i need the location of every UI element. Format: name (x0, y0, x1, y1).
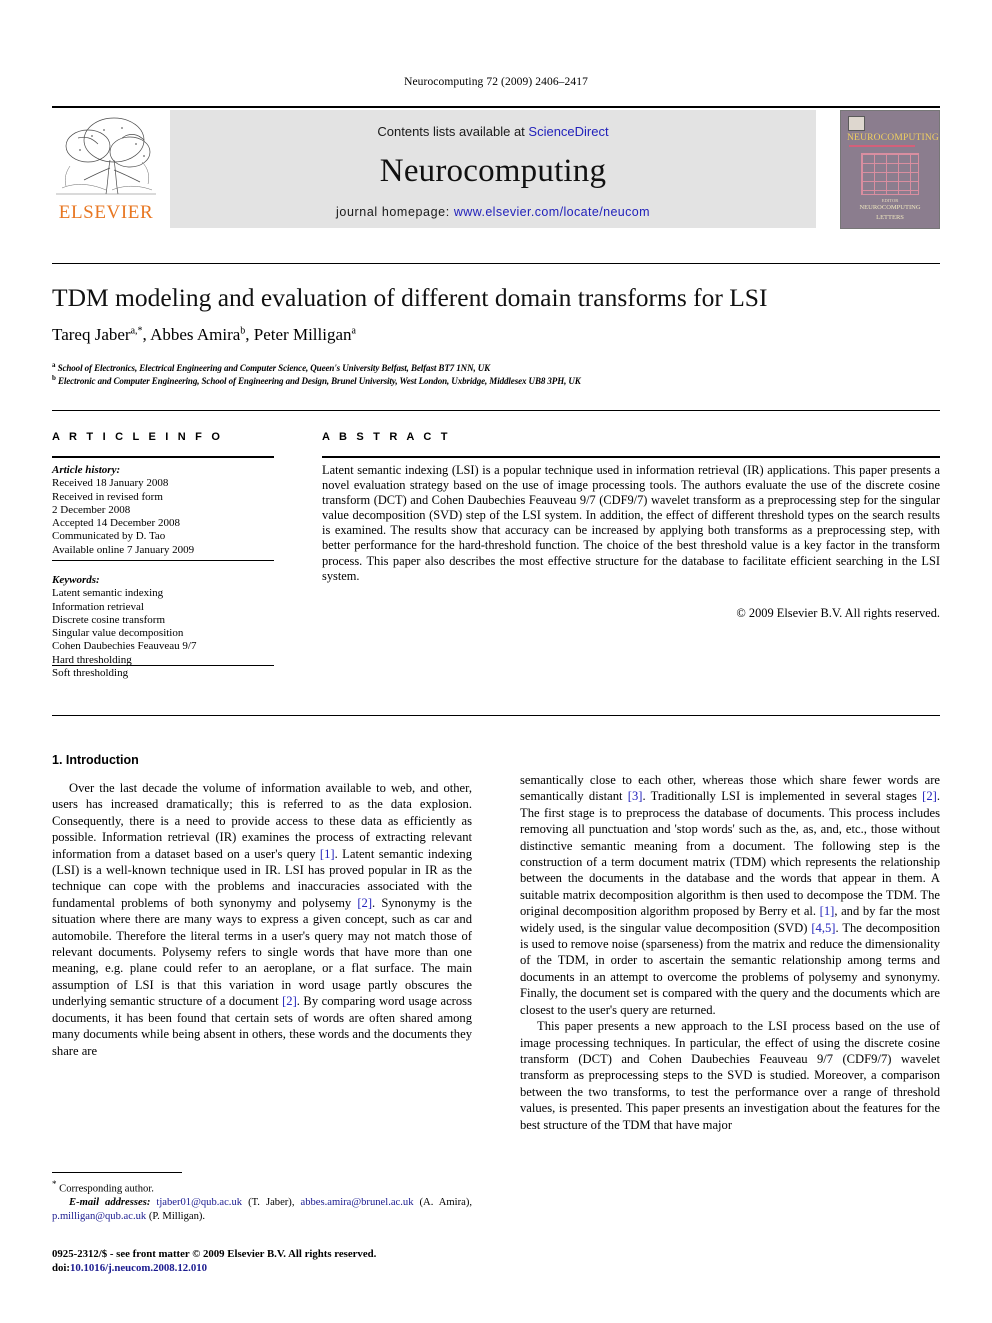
doi-link[interactable]: 10.1016/j.neucom.2008.12.010 (70, 1262, 207, 1274)
journal-title: Neurocomputing (379, 153, 607, 189)
citation-link[interactable]: [4,5] (811, 921, 835, 935)
corresponding-author-text: Corresponding author. (59, 1183, 154, 1195)
sciencedirect-link[interactable]: ScienceDirect (528, 124, 608, 139)
history-item: Communicated by D. Tao (52, 530, 166, 543)
body-top-rule (52, 715, 940, 716)
text-run: . Synonymy is the situation where there … (52, 895, 472, 1009)
email-label: E-mail addresses: (69, 1197, 151, 1209)
keywords-block: Keywords: Latent semantic indexing Infor… (52, 574, 274, 680)
asterisk-icon: * (52, 1179, 57, 1189)
doi-line: doi:10.1016/j.neucom.2008.12.010 (52, 1262, 482, 1276)
paragraph: This paper presents a new approach to th… (520, 1019, 940, 1132)
abstract-text: Latent semantic indexing (LSI) is a popu… (322, 463, 940, 583)
front-matter-line: 0925-2312/$ - see front matter © 2009 El… (52, 1248, 377, 1260)
journal-homepage-line: journal homepage: www.elsevier.com/locat… (170, 205, 816, 219)
affiliation-b-text: Electronic and Computer Engineering, Sch… (57, 376, 581, 386)
paragraph: Over the last decade the volume of infor… (52, 780, 472, 1059)
info-section-top-rule (52, 410, 940, 411)
email-link-2[interactable]: abbes.amira@brunel.ac.uk (301, 1197, 414, 1208)
contents-prefix: Contents lists available at (377, 124, 529, 139)
keyword-item: Information retrieval (52, 600, 144, 613)
text-run: (T. Jaber), (242, 1197, 301, 1209)
abstract-rule (322, 456, 940, 458)
banner-center: Contents lists available at ScienceDirec… (170, 110, 816, 228)
body-column-left: Over the last decade the volume of infor… (52, 780, 472, 1059)
running-head: Neurocomputing 72 (2009) 2406–2417 (404, 76, 588, 88)
paragraph: semantically close to each other, wherea… (520, 772, 940, 1018)
keyword-item: Discrete cosine transform (52, 613, 166, 626)
cover-accent-rule (849, 145, 915, 147)
history-item: Accepted 14 December 2008 (52, 517, 180, 530)
journal-homepage-link[interactable]: www.elsevier.com/locate/neucom (454, 205, 650, 219)
affiliation-b: b Electronic and Computer Engineering, S… (52, 374, 581, 386)
abstract-copyright: © 2009 Elsevier B.V. All rights reserved… (736, 606, 940, 620)
info-rule (52, 456, 274, 458)
keyword-item: Singular value decomposition (52, 627, 184, 640)
history-item: Available online 7 January 2009 (52, 543, 195, 556)
elsevier-wordmark: ELSEVIER (58, 202, 154, 223)
info-history-bottom-rule (52, 560, 274, 561)
footnote-block: * Corresponding author. E-mail addresses… (52, 1178, 472, 1223)
section-heading-introduction: 1. Introduction (52, 753, 139, 767)
contents-available-line: Contents lists available at ScienceDirec… (170, 124, 816, 139)
author-list: Tareq Jabera,*, Abbes Amirab, Peter Mill… (52, 325, 356, 344)
text-run: . The first stage is to preprocess the d… (520, 789, 940, 919)
title-top-rule (52, 263, 940, 264)
imprint-block: 0925-2312/$ - see front matter © 2009 El… (52, 1248, 482, 1275)
citation-link[interactable]: [2] (282, 994, 297, 1008)
citation-link[interactable]: [2] (922, 789, 937, 803)
citation-link[interactable]: [1] (320, 847, 335, 861)
cover-footer-line1: NEUROCOMPUTING (859, 204, 921, 211)
email-note: E-mail addresses: tjaber01@qub.ac.uk (T.… (52, 1196, 472, 1223)
page-title: TDM modeling and evaluation of different… (52, 283, 768, 312)
email-link-1[interactable]: tjaber01@qub.ac.uk (156, 1197, 242, 1208)
doi-label: doi: (52, 1261, 70, 1274)
homepage-prefix: journal homepage: (336, 205, 454, 219)
corresponding-author-note: * Corresponding author. (52, 1178, 472, 1196)
keywords-label: Keywords: (52, 574, 100, 586)
article-history-label: Article history: (52, 464, 121, 476)
cover-grid-graphic-icon (861, 153, 919, 195)
email-link-3[interactable]: p.milligan@qub.ac.uk (52, 1211, 146, 1222)
footnote-rule (52, 1172, 182, 1173)
citation-link[interactable]: [1] (820, 904, 835, 918)
affiliation-a: a School of Electronics, Electrical Engi… (52, 361, 491, 373)
text-run: (P. Milligan). (146, 1210, 206, 1222)
tree-illustration-icon (52, 110, 160, 203)
journal-cover-thumbnail: NEUROCOMPUTING EDITOR NEUROCOMPUTING LET… (840, 110, 940, 229)
history-item: 2 December 2008 (52, 503, 131, 516)
history-item: Received 18 January 2008 (52, 477, 169, 490)
text-run: . Traditionally LSI is implemented in se… (642, 789, 923, 804)
journal-banner: ELSEVIER Contents lists available at Sci… (52, 108, 940, 232)
abstract-heading: A B S T R A C T (322, 431, 451, 443)
keyword-item: Latent semantic indexing (52, 587, 164, 600)
citation-link[interactable]: [3] (628, 789, 643, 803)
history-item: Received in revised form (52, 490, 163, 503)
keyword-item: Soft thresholding (52, 667, 129, 680)
elsevier-logo: ELSEVIER (52, 110, 160, 230)
article-history-block: Article history: Received 18 January 200… (52, 464, 274, 557)
cover-elsevier-logo-icon (848, 116, 865, 131)
paper-page: Neurocomputing 72 (2009) 2406–2417 ELSEV… (0, 0, 992, 1323)
body-column-right: semantically close to each other, wherea… (520, 772, 940, 1133)
elsevier-tree-icon (52, 110, 160, 203)
article-info-heading: A R T I C L E I N F O (52, 431, 224, 443)
keyword-item: Hard thresholding (52, 653, 132, 666)
cover-footer-line2: LETTERS (876, 214, 904, 221)
text-run: (A. Amira), (413, 1197, 473, 1209)
cover-journal-title: NEUROCOMPUTING (847, 133, 939, 143)
text-run: . The decomposition is used to remove no… (520, 920, 940, 1017)
citation-link[interactable]: [2] (357, 896, 372, 910)
cover-editor-label: EDITOR (881, 198, 899, 203)
affiliation-a-text: School of Electronics, Electrical Engine… (57, 363, 491, 373)
keyword-item: Cohen Daubechies Feauveau 9/7 (52, 640, 197, 653)
